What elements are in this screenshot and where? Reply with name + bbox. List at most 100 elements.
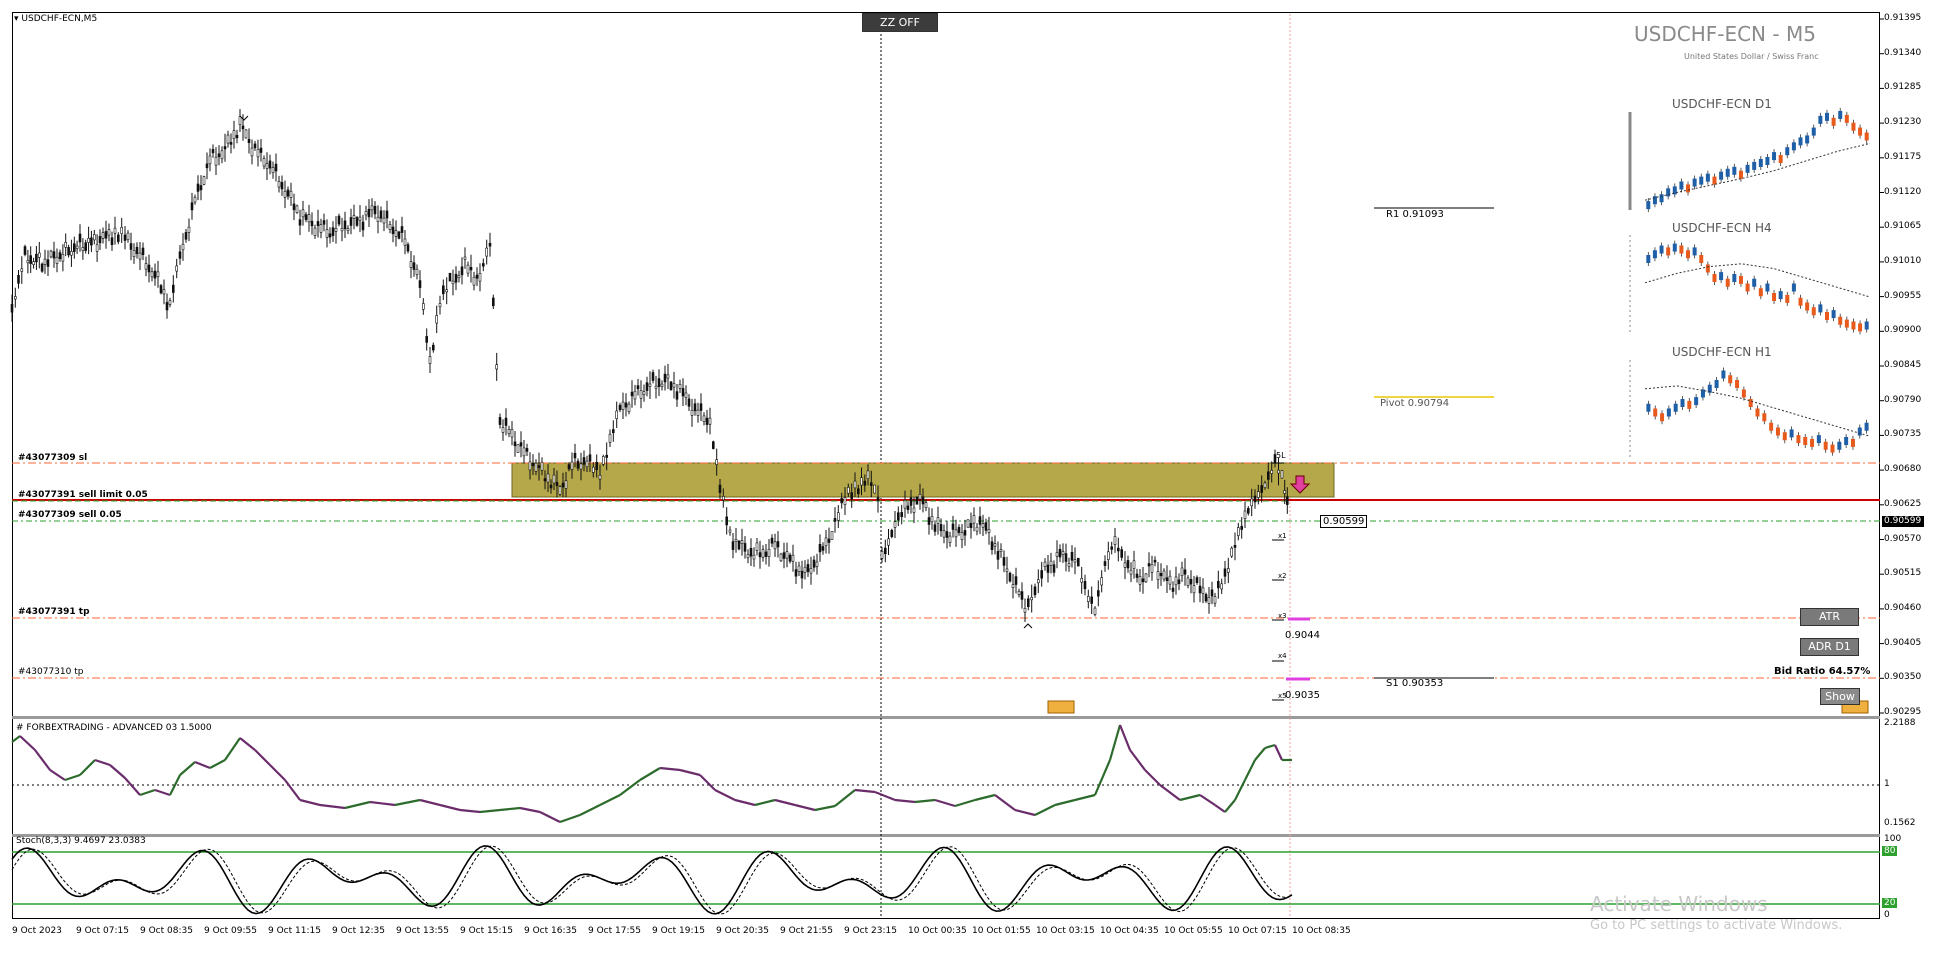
ind1-segment: [1034, 804, 1056, 816]
price-candle-body: [1260, 485, 1263, 493]
price-candle-body: [1052, 564, 1056, 573]
price-candle-body: [507, 428, 511, 434]
price-candle-body: [678, 383, 682, 389]
price-chart-canvas[interactable]: [0, 0, 1936, 953]
mtf-candle: [1864, 132, 1869, 141]
price-candle-body: [265, 163, 269, 169]
mtf-candle: [1838, 110, 1843, 119]
price-candle-body: [543, 478, 547, 482]
price-candle-body: [624, 402, 628, 408]
mtf-candle: [1864, 321, 1869, 330]
price-candle-body: [1286, 496, 1289, 505]
price-candle-body: [595, 461, 599, 470]
ind1-segment: [154, 788, 171, 797]
bid-ratio: Bid Ratio 64.57%: [1774, 666, 1871, 677]
price-candle-body: [809, 567, 813, 574]
adr-d1-button[interactable]: ADR D1: [1800, 638, 1859, 656]
ind1-segment: [224, 737, 241, 761]
ind1-segment: [194, 760, 211, 770]
mtf-candle: [1646, 255, 1651, 263]
price-candle-body: [262, 158, 266, 167]
price-candle-body: [431, 344, 435, 351]
atr-button[interactable]: ATR: [1800, 608, 1859, 626]
stoch-axis-20: 20: [1882, 898, 1898, 908]
stoch-axis-100: 100: [1884, 834, 1902, 844]
order-sl-label[interactable]: #43077309 sl: [18, 453, 87, 463]
order-sell-limit-label[interactable]: #43077391 sell limit 0.05: [18, 490, 148, 500]
price-candle-body: [773, 541, 777, 550]
price-candle-body: [1263, 482, 1267, 488]
price-candle-body: [1005, 568, 1009, 572]
price-candle-body: [1113, 536, 1117, 545]
price-candle-body: [948, 535, 952, 543]
price-candle-body: [229, 142, 233, 145]
price-candle-body: [890, 529, 894, 537]
dropdown-triangle-icon[interactable]: ▾: [14, 14, 19, 24]
mtf-candle: [1791, 142, 1796, 151]
mtf-candle: [1844, 114, 1849, 123]
price-candle-body: [104, 231, 108, 239]
ind1-segment: [344, 800, 371, 810]
price-candle-body: [915, 496, 919, 505]
price-candle-body: [478, 272, 482, 282]
price-candle-body: [1017, 590, 1021, 595]
ind1-segment: [734, 798, 756, 807]
mtf-ma-line: [1644, 263, 1871, 298]
price-candle-body: [1183, 569, 1187, 575]
price-candle-body: [591, 466, 595, 473]
price-candle-body: [129, 243, 133, 250]
price-candle-body: [1213, 596, 1217, 604]
price-axis-label: 0.91120: [1884, 186, 1922, 197]
price-axis-label: 0.91065: [1884, 221, 1922, 232]
price-candle-body: [1283, 490, 1286, 494]
ind1-segment: [439, 803, 461, 812]
price-candle-body: [954, 529, 958, 538]
price-candle-body: [1243, 510, 1247, 519]
price-candle-body: [310, 220, 314, 227]
time-axis-label: 9 Oct 07:15: [76, 926, 129, 936]
price-axis-label: 0.90735: [1884, 429, 1922, 440]
price-candle-body: [75, 245, 79, 249]
mtf-candle: [1796, 435, 1801, 444]
order-sell-label[interactable]: #43077309 sell 0.05: [18, 510, 122, 520]
time-axis-label: 9 Oct 16:35: [524, 926, 577, 936]
price-candle-body: [981, 523, 985, 528]
price-axis-label: 0.90680: [1884, 464, 1922, 475]
price-candle-body: [1043, 561, 1047, 567]
price-candle-body: [960, 532, 964, 540]
price-candle-body: [552, 474, 556, 484]
price-candle-body: [767, 548, 771, 557]
price-candle-body: [132, 250, 136, 257]
zz-off-button[interactable]: ZZ OFF: [862, 13, 938, 32]
symbol-header: ▾ USDCHF-ECN,M5: [14, 14, 98, 24]
price-candle-body: [64, 242, 67, 248]
price-candle-body: [794, 569, 798, 577]
price-candle-body: [187, 226, 191, 233]
price-candle-body: [87, 238, 90, 243]
order-tp2-label[interactable]: #43077310 tp: [18, 667, 83, 677]
price-candle-body: [457, 275, 461, 279]
mtf-candle: [1646, 201, 1651, 210]
price-candle-body: [969, 522, 973, 528]
price-candle-body: [358, 216, 362, 221]
price-candle-body: [340, 228, 344, 232]
price-candle-body: [388, 224, 392, 230]
show-button[interactable]: Show: [1820, 688, 1860, 705]
price-candle-body: [1097, 590, 1100, 597]
ind1-segment: [814, 804, 836, 812]
price-candle-body: [1227, 568, 1230, 573]
price-candle-body: [758, 552, 762, 558]
price-candle-body: [498, 417, 502, 425]
price-candle-body: [504, 417, 508, 426]
price-candle-body: [168, 300, 172, 305]
price-candle-body: [241, 125, 245, 130]
mtf-candle: [1769, 422, 1774, 431]
price-candle-body: [850, 492, 854, 500]
order-tp1-label[interactable]: #43077391 tp: [18, 607, 90, 617]
price-candle-body: [67, 247, 70, 256]
price-candle-body: [334, 228, 338, 232]
price-candle-body: [537, 465, 541, 468]
price-candle-body: [1033, 586, 1037, 596]
ind1-segment: [269, 764, 286, 781]
price-candle-body: [699, 403, 703, 411]
